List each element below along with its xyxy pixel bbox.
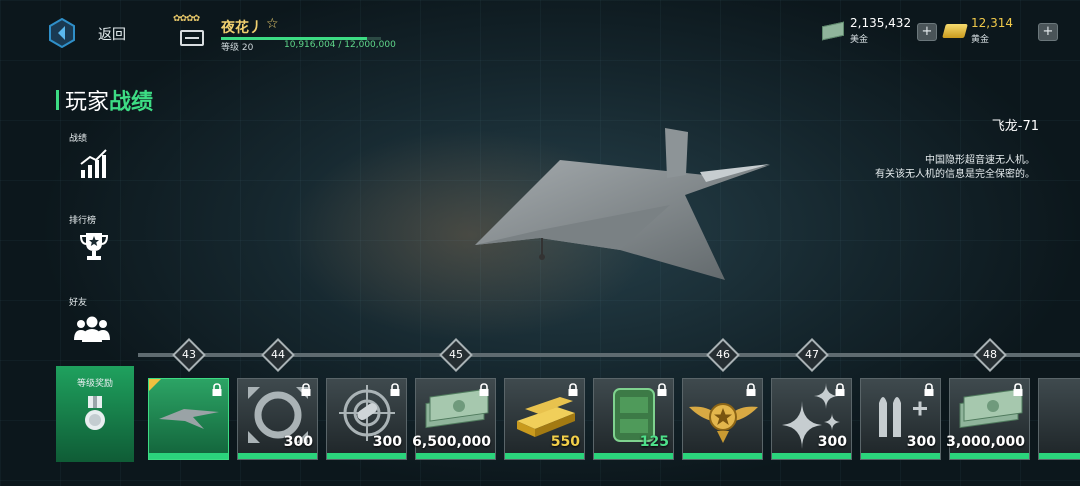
- reward-tile[interactable]: [682, 378, 763, 460]
- vip-star-icon: ☆: [266, 16, 279, 32]
- level-number: 46: [716, 348, 730, 361]
- bar-chart-icon: [80, 149, 107, 178]
- reward-tile[interactable]: 125: [593, 378, 674, 460]
- page-title: 玩家 战绩: [56, 84, 153, 116]
- reward-amount: 6,500,000: [412, 434, 491, 450]
- lock-icon: [479, 383, 489, 396]
- aircraft-desc-line2: 有关该无人机的信息是完全保密的。: [875, 169, 1035, 180]
- friends-icon: [74, 316, 110, 342]
- lock-icon: [1013, 383, 1023, 396]
- reward-tile[interactable]: [148, 378, 229, 460]
- lock-icon: [924, 383, 934, 396]
- title-accent-bar: [56, 90, 59, 110]
- lock-icon: [212, 383, 222, 396]
- aircraft-description: 中国隐形超音速无人机。 有关该无人机的信息是完全保密的。: [875, 154, 1035, 182]
- back-button[interactable]: [48, 18, 76, 48]
- aircraft-desc-line1: 中国隐形超音速无人机。: [925, 155, 1035, 166]
- aircraft-name: 飞龙-71: [991, 119, 1039, 134]
- reward-bar: [683, 453, 762, 459]
- lock-icon: [301, 383, 311, 396]
- add-gold-button[interactable]: +: [1038, 23, 1058, 41]
- level-number: 45: [449, 348, 463, 361]
- player-level: 等级 20: [221, 43, 254, 53]
- reward-tile[interactable]: 300: [771, 378, 852, 460]
- reward-bar: [950, 453, 1029, 459]
- page-title-part1: 玩家: [65, 90, 110, 115]
- reward-amount: 300: [283, 434, 313, 450]
- reward-bar: [327, 453, 406, 459]
- reward-bar: [238, 453, 317, 459]
- top-bar: 返回 ✿✿✿✿ 夜花丿 ☆ 等级 20 10,916,004 / 12,000,…: [0, 0, 1080, 62]
- reward-bar: [861, 453, 940, 459]
- rank-stars-icon: ✿✿✿✿: [173, 14, 200, 24]
- gold-label: 黄金: [971, 35, 990, 45]
- back-arrow-icon: [49, 18, 75, 48]
- reward-tile[interactable]: 300: [860, 378, 941, 460]
- lock-icon: [746, 383, 756, 396]
- cash-icon: [822, 21, 844, 41]
- reward-tile-partial[interactable]: [1038, 378, 1080, 460]
- nav-item-stats[interactable]: 战绩: [56, 131, 132, 184]
- reward-tile[interactable]: 6,500,000: [412, 378, 496, 460]
- reward-tile[interactable]: 3,000,000: [946, 378, 1030, 460]
- level-number: 47: [805, 348, 819, 361]
- usd-label: 美金: [850, 35, 869, 45]
- reward-bar: [772, 453, 851, 459]
- reward-bar: [416, 453, 495, 459]
- reward-amount: 300: [906, 434, 936, 450]
- page-title-part2: 战绩: [109, 90, 154, 115]
- stealth-drone-image: [475, 128, 770, 280]
- nav-leaderboard-label: 排行榜: [69, 216, 97, 226]
- reward-amount: 550: [550, 434, 580, 450]
- lock-icon: [390, 383, 400, 396]
- nav-level-rewards-label: 等级奖励: [76, 379, 113, 389]
- rank-badge-icon: [180, 30, 204, 46]
- lock-icon: [568, 383, 578, 396]
- gold-bar-icon: [942, 24, 968, 38]
- reward-tile[interactable]: 300: [326, 378, 407, 460]
- rank-insignia: ✿✿✿✿: [172, 14, 216, 50]
- xp-text: 10,916,004 / 12,000,000: [284, 40, 396, 50]
- nav-item-leaderboard[interactable]: 排行榜: [56, 213, 132, 266]
- reward-amount: 125: [639, 434, 669, 450]
- usd-amount: 2,135,432: [850, 16, 912, 30]
- reward-amount: 300: [372, 434, 402, 450]
- level-number: 43: [182, 348, 196, 361]
- reward-tile[interactable]: 300: [237, 378, 318, 460]
- add-usd-button[interactable]: +: [917, 23, 937, 41]
- reward-bar: [594, 453, 673, 459]
- reward-bar: [505, 453, 584, 459]
- nav-item-level-rewards[interactable]: 等级奖励: [56, 366, 134, 462]
- player-name: 夜花丿: [221, 20, 263, 36]
- reward-amount: 3,000,000: [946, 434, 1025, 450]
- level-number: 44: [271, 348, 285, 361]
- reward-amount: 300: [817, 434, 847, 450]
- level-number: 48: [983, 348, 997, 361]
- back-label[interactable]: 返回: [98, 24, 126, 44]
- medal-icon: [85, 396, 105, 430]
- lock-icon: [657, 383, 667, 396]
- reward-bar: [1039, 453, 1080, 459]
- reward-tile[interactable]: 550: [504, 378, 585, 460]
- lock-icon: [835, 383, 845, 396]
- trophy-icon: [79, 233, 109, 260]
- gold-amount: 12,314: [971, 16, 1013, 30]
- reward-bar: [149, 453, 228, 459]
- nav-stats-label: 战绩: [69, 134, 88, 144]
- nav-item-friends[interactable]: 好友: [56, 295, 132, 348]
- nav-friends-label: 好友: [69, 298, 88, 308]
